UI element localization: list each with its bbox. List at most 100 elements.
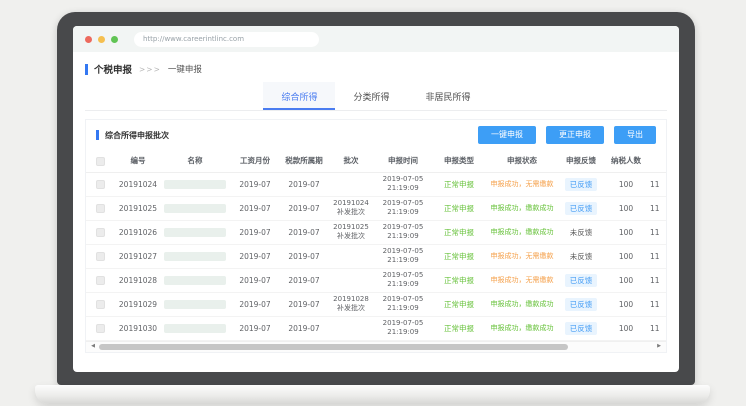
cell-declare-type: 正常申报 [430,268,488,292]
cell-batch-id: 20191027 [114,244,162,268]
cell-declare-status: 申报成功，无需缴款 [488,244,556,268]
row-checkbox[interactable] [96,204,105,213]
cell-declare-time: 2019-07-0521:19:09 [376,220,430,244]
cell-extra: 11 [646,316,666,340]
feedback-badge: 已反馈 [565,298,598,311]
laptop-screen: http://www.careerintlinc.com 个税申报 >>> 一键… [73,26,679,372]
window-maximize-icon[interactable] [111,36,118,43]
row-checkbox[interactable] [96,252,105,261]
one-click-declare-button[interactable]: 一键申报 [478,126,536,144]
panel-buttons: 一键申报 更正申报 导出 [478,126,656,144]
scrollbar-track[interactable] [97,343,655,351]
feedback-badge: 已反馈 [565,202,598,215]
browser-chrome: http://www.careerintlinc.com [73,26,679,52]
cell-tax-period: 2019-07 [282,220,326,244]
column-header: 编号 [114,150,162,172]
cell-declare-time: 2019-07-0521:19:09 [376,172,430,196]
cell-extra: 11 [646,292,666,316]
table-header: 编号名称工资月份税款所属期批次申报时间申报类型申报状态申报反馈纳税人数 [86,150,666,172]
cell-feedback: 已反馈 [556,268,606,292]
row-checkbox[interactable] [96,324,105,333]
cell-salary-month: 2019-07 [228,316,282,340]
cell-taxpayer-count: 100 [606,316,646,340]
cell-taxpayer-count: 100 [606,244,646,268]
horizontal-scrollbar[interactable]: ◀ ▶ [86,341,666,352]
cell-feedback: 已反馈 [556,316,606,340]
cell-declare-status: 申报成功，缴款成功 [488,292,556,316]
laptop-base [35,385,710,404]
cell-batch-ref [326,172,376,196]
panel-header: 综合所得申报批次 一键申报 更正申报 导出 [86,120,666,150]
table-row: 20191024 2019-07 2019-07 2019-07-0521:19… [86,172,666,196]
scrollbar-thumb[interactable] [99,344,568,350]
cell-declare-time: 2019-07-0521:19:09 [376,268,430,292]
window-close-icon[interactable] [85,36,92,43]
tab-comprehensive-income[interactable]: 综合所得 [263,82,335,110]
cell-checkbox [86,196,114,220]
batch-panel: 综合所得申报批次 一键申报 更正申报 导出 [85,119,667,353]
column-header: 税款所属期 [282,150,326,172]
page-title: 个税申报 [94,62,132,76]
cell-feedback: 已反馈 [556,196,606,220]
cell-tax-period: 2019-07 [282,244,326,268]
correct-declare-button[interactable]: 更正申报 [546,126,604,144]
cell-tax-period: 2019-07 [282,316,326,340]
cell-checkbox [86,244,114,268]
window-minimize-icon[interactable] [98,36,105,43]
cell-checkbox [86,316,114,340]
cell-declare-time: 2019-07-0521:19:09 [376,244,430,268]
cell-tax-period: 2019-07 [282,292,326,316]
cell-name [162,220,228,244]
column-header [646,150,666,172]
column-header: 名称 [162,150,228,172]
cell-batch-ref [326,268,376,292]
breadcrumb: 个税申报 >>> 一键申报 [85,60,667,78]
cell-declare-time: 2019-07-0521:19:09 [376,292,430,316]
cell-checkbox [86,172,114,196]
cell-feedback: 已反馈 [556,172,606,196]
cell-batch-ref: 20191028补发批次 [326,292,376,316]
table-row: 20191030 2019-07 2019-07 2019-07-0521:19… [86,316,666,340]
name-placeholder [164,252,226,261]
declare-batch-table: 编号名称工资月份税款所属期批次申报时间申报类型申报状态申报反馈纳税人数 2019… [86,150,666,341]
table-row: 20191025 2019-07 2019-07 20191024补发批次 20… [86,196,666,220]
row-checkbox[interactable] [96,300,105,309]
panel-title: 综合所得申报批次 [105,130,169,141]
tab-bar: 综合所得 分类所得 非居民所得 [85,82,667,111]
cell-declare-time: 2019-07-0521:19:09 [376,196,430,220]
row-checkbox[interactable] [96,276,105,285]
cell-extra: 11 [646,244,666,268]
column-header: 申报时间 [376,150,430,172]
cell-feedback: 已反馈 [556,292,606,316]
tab-nonresident-income[interactable]: 非居民所得 [408,82,489,110]
cell-batch-id: 20191026 [114,220,162,244]
select-all-checkbox[interactable] [96,157,105,166]
cell-declare-status: 申报成功，无需缴款 [488,268,556,292]
export-button[interactable]: 导出 [614,126,656,144]
cell-salary-month: 2019-07 [228,292,282,316]
column-header: 申报反馈 [556,150,606,172]
table-row: 20191028 2019-07 2019-07 2019-07-0521:19… [86,268,666,292]
title-accent-bar [85,64,88,75]
cell-batch-id: 20191028 [114,268,162,292]
name-placeholder [164,180,226,189]
cell-extra: 11 [646,196,666,220]
cell-taxpayer-count: 100 [606,292,646,316]
cell-name [162,316,228,340]
breadcrumb-separator: >>> [139,65,161,74]
row-checkbox[interactable] [96,228,105,237]
table-scroll-area: 编号名称工资月份税款所属期批次申报时间申报类型申报状态申报反馈纳税人数 2019… [86,150,666,341]
cell-declare-type: 正常申报 [430,220,488,244]
cell-tax-period: 2019-07 [282,196,326,220]
scroll-left-icon[interactable]: ◀ [89,341,97,352]
scroll-right-icon[interactable]: ▶ [655,341,663,352]
cell-salary-month: 2019-07 [228,244,282,268]
address-bar[interactable]: http://www.careerintlinc.com [134,32,319,47]
breadcrumb-current: 一键申报 [168,63,202,75]
row-checkbox[interactable] [96,180,105,189]
feedback-badge: 已反馈 [565,322,598,335]
column-header: 纳税人数 [606,150,646,172]
cell-batch-id: 20191024 [114,172,162,196]
cell-declare-type: 正常申报 [430,172,488,196]
tab-classified-income[interactable]: 分类所得 [335,82,407,110]
